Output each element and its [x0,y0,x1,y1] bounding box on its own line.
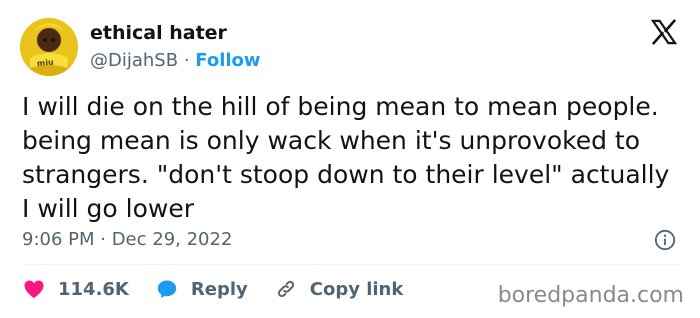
action-bar: 114.6K Reply Copy link [22,277,429,301]
tweet-timestamp[interactable]: 9:06 PM · Dec 29, 2022 [22,229,232,250]
watermark: boredpanda.com [497,283,684,308]
divider [22,264,680,265]
avatar[interactable]: miu [20,18,78,76]
author-display-name[interactable]: ethical hater [90,22,227,44]
reply-button[interactable]: Reply [155,277,248,301]
copy-link-button[interactable]: Copy link [274,277,404,301]
link-icon [277,280,294,298]
avatar-text: miu [37,57,55,68]
reply-label: Reply [190,278,248,300]
author-handle-row: @DijahSB · Follow [90,50,261,71]
avatar-image: miu [20,18,78,76]
tweet-text: I will die on the hill of being mean to … [22,92,670,223]
copy-link-label: Copy link [309,278,404,300]
info-icon[interactable] [654,229,676,251]
reply-icon [157,280,177,298]
like-button[interactable]: 114.6K [22,277,129,301]
like-count: 114.6K [58,278,129,300]
handle-separator: · [183,50,190,71]
follow-button[interactable]: Follow [195,50,260,71]
heart-icon [24,280,44,298]
author-handle[interactable]: @DijahSB [90,50,178,71]
x-logo-icon[interactable] [650,18,678,46]
